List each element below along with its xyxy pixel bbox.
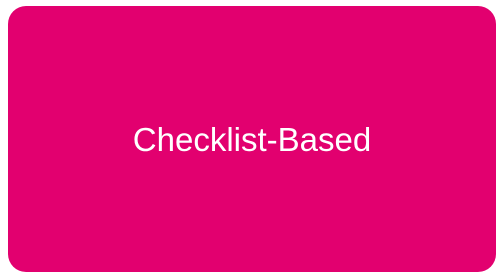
box-label: Checklist-Based bbox=[132, 120, 372, 158]
checklist-based-box: Checklist-Based bbox=[8, 6, 496, 272]
